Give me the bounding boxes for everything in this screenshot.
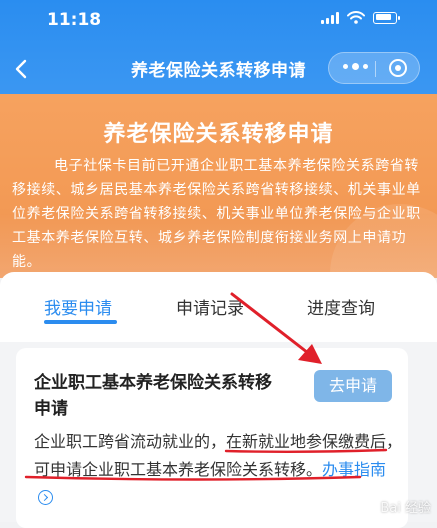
close-miniprogram-icon[interactable] xyxy=(389,59,407,77)
battery-icon xyxy=(373,11,400,24)
tab-apply[interactable]: 我要申请 xyxy=(44,294,112,319)
top-bar: 11:18 养老保险关系转移申请 xyxy=(0,0,437,94)
status-time: 11:18 xyxy=(47,10,102,30)
signal-icon xyxy=(321,11,339,24)
banner-title: 养老保险关系转移申请 xyxy=(103,122,334,147)
intro-banner: 养老保险关系转移申请 电子社保卡目前已开通企业职工基本养老保险关系跨省转移接续、… xyxy=(0,94,437,278)
chevron-right-icon[interactable] xyxy=(38,490,53,505)
service-card: 企业职工基本养老保险关系转移申请 去申请 企业职工跨省流动就业的，在新就业地参保… xyxy=(16,348,408,528)
apply-button[interactable]: 去申请 xyxy=(314,370,392,402)
guide-label[interactable]: 办事指南 xyxy=(322,460,386,479)
banner-description: 电子社保卡目前已开通企业职工基本养老保险关系跨省转移接续、城乡居民基本养老保险关… xyxy=(12,158,421,270)
active-tab-indicator xyxy=(44,320,117,324)
card-description-part1: 企业职工跨省流动就业的， xyxy=(34,432,227,451)
miniprogram-capsule xyxy=(328,52,420,84)
tab-progress[interactable]: 进度查询 xyxy=(307,294,375,319)
card-title: 企业职工基本养老保险关系转移申请 xyxy=(34,373,272,419)
capsule-divider xyxy=(375,61,376,77)
status-icons xyxy=(321,11,400,24)
tab-records[interactable]: 申请记录 xyxy=(176,294,244,319)
wifi-icon xyxy=(347,11,365,24)
more-icon[interactable] xyxy=(343,63,368,70)
watermark: Bai 经验 xyxy=(380,501,431,516)
content-panel: 我要申请 申请记录 进度查询 企业职工基本养老保险关系转移申请 去申请 企业职工… xyxy=(0,272,437,528)
card-description: 企业职工跨省流动就业的，在新就业地参保缴费后，可申请企业职工基本养老保险关系转移… xyxy=(34,428,404,512)
